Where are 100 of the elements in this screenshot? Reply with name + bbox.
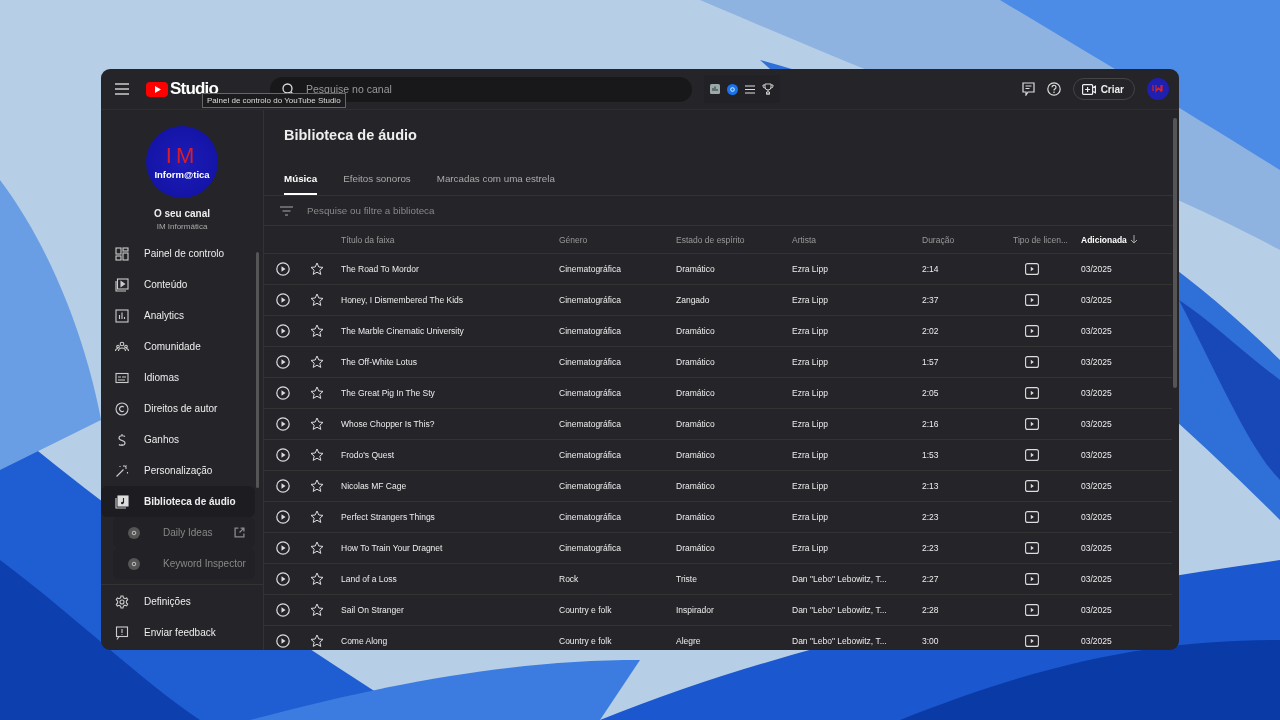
table-cell-text: Dan "Lebo" Lebowitz, T... bbox=[792, 636, 888, 646]
table-cell-text: 03/2025 bbox=[1081, 450, 1113, 460]
list-icon[interactable] bbox=[745, 84, 755, 94]
external-link-icon bbox=[234, 527, 245, 538]
sidebar-item[interactable]: Idiomas bbox=[101, 362, 255, 393]
play-icon[interactable] bbox=[275, 541, 290, 555]
menu-icon[interactable] bbox=[113, 80, 131, 98]
help-icon[interactable] bbox=[1046, 82, 1061, 96]
sidebar-item[interactable]: Direitos de autor bbox=[101, 393, 255, 424]
extension-icon[interactable] bbox=[727, 83, 738, 95]
sidebar-item[interactable]: Enviar feedback bbox=[101, 617, 255, 648]
table-cell-text: Cinematográfica bbox=[559, 450, 622, 460]
channel-title: O seu canal bbox=[153, 208, 211, 219]
play-icon[interactable] bbox=[275, 355, 290, 369]
play-icon[interactable] bbox=[275, 448, 290, 462]
column-header[interactable]: Adicionada bbox=[1081, 234, 1127, 245]
column-header[interactable]: Género bbox=[559, 234, 588, 245]
video-icon bbox=[1025, 387, 1039, 399]
column-header[interactable]: Tipo de licen... bbox=[1013, 234, 1068, 245]
tab[interactable]: Marcadas com uma estrela bbox=[436, 166, 555, 195]
table-cell-text: Ezra Lipp bbox=[792, 481, 829, 491]
star-icon[interactable] bbox=[310, 355, 324, 369]
column-header[interactable]: Título da faixa bbox=[341, 234, 395, 245]
star-icon[interactable] bbox=[310, 510, 324, 524]
tab[interactable]: Música bbox=[284, 166, 318, 195]
play-icon[interactable] bbox=[275, 572, 290, 586]
star-icon[interactable] bbox=[310, 386, 324, 400]
table-cell-text: Perfect Strangers Things bbox=[340, 512, 436, 522]
table-cell-text: Cinematográfica bbox=[559, 357, 622, 367]
star-icon[interactable] bbox=[310, 603, 324, 617]
table-cell-text: The Off-White Lotus bbox=[340, 357, 418, 367]
filter-field[interactable]: Pesquise ou filtre a biblioteca bbox=[305, 204, 609, 217]
play-icon[interactable] bbox=[275, 262, 290, 276]
table-cell-text: How To Train Your Dragnet bbox=[340, 543, 444, 553]
table-cell-text: Cinematográfica bbox=[559, 264, 622, 274]
star-icon[interactable] bbox=[310, 634, 324, 648]
channel-avatar[interactable]: IM Inform@tica bbox=[146, 126, 218, 198]
play-icon[interactable] bbox=[275, 634, 290, 648]
table-cell-text: Rock bbox=[559, 574, 580, 584]
sidebar-item[interactable]: Painel de controlo bbox=[101, 238, 255, 269]
settings-icon bbox=[115, 594, 129, 609]
star-icon[interactable] bbox=[310, 417, 324, 431]
table-cell-text: Cinematográfica bbox=[559, 481, 622, 491]
add-video-icon bbox=[1081, 83, 1096, 95]
star-icon[interactable] bbox=[310, 479, 324, 493]
table-cell-text: Sail On Stranger bbox=[340, 605, 405, 615]
dashboard-icon bbox=[115, 246, 129, 261]
play-icon[interactable] bbox=[275, 603, 290, 617]
play-icon[interactable] bbox=[275, 479, 290, 493]
analytics-icon bbox=[115, 308, 129, 323]
filter-icon[interactable] bbox=[280, 205, 293, 216]
play-icon[interactable] bbox=[275, 510, 290, 524]
sidebar-item[interactable]: Analytics bbox=[101, 300, 255, 331]
scrollbar[interactable] bbox=[1173, 118, 1177, 388]
table-cell-text: Ezra Lipp bbox=[792, 543, 829, 553]
sidebar-item[interactable]: Definições bbox=[101, 586, 255, 617]
star-icon[interactable] bbox=[310, 262, 324, 276]
play-icon[interactable] bbox=[275, 417, 290, 431]
star-icon[interactable] bbox=[310, 448, 324, 462]
column-header[interactable]: Estado de espírito bbox=[676, 234, 745, 245]
audio-icon bbox=[115, 494, 129, 509]
feedback-icon[interactable] bbox=[1021, 82, 1035, 96]
table-cell-text: Ezra Lipp bbox=[792, 326, 829, 336]
tab[interactable]: Efeitos sonoros bbox=[343, 166, 411, 195]
table-cell-text: Ezra Lipp bbox=[792, 295, 829, 305]
table-cell-text: Come Along bbox=[340, 636, 389, 646]
column-header[interactable]: Artista bbox=[792, 234, 817, 245]
video-icon bbox=[1025, 635, 1039, 647]
table-cell-text: The Marble Cinematic University bbox=[340, 326, 465, 336]
sidebar-item[interactable]: Biblioteca de áudio bbox=[101, 486, 255, 517]
play-logo-icon[interactable] bbox=[146, 81, 168, 97]
star-icon[interactable] bbox=[310, 324, 324, 338]
play-icon[interactable] bbox=[275, 386, 290, 400]
table-cell-text: 03/2025 bbox=[1081, 295, 1113, 305]
star-icon[interactable] bbox=[310, 293, 324, 307]
table-cell-text: Honey, I Dismembered The Kids bbox=[340, 295, 465, 305]
create-button[interactable]: Criar bbox=[1072, 78, 1135, 100]
star-icon[interactable] bbox=[310, 572, 324, 586]
copyright-icon bbox=[115, 401, 129, 416]
tooltip: Painel de controlo do YouTube Studio bbox=[202, 93, 346, 108]
trophy-icon[interactable] bbox=[762, 83, 774, 95]
play-icon[interactable] bbox=[275, 293, 290, 307]
sidebar-item[interactable]: Comunidade bbox=[101, 331, 255, 362]
table-cell-text: 2:16 bbox=[922, 419, 940, 429]
sidebar-item[interactable]: Daily Ideas bbox=[113, 517, 255, 548]
play-icon[interactable] bbox=[275, 324, 290, 338]
table-cell-text: The Road To Mordor bbox=[340, 264, 420, 274]
account-avatar[interactable] bbox=[1147, 78, 1169, 100]
table-cell-text: Cinematográfica bbox=[559, 326, 622, 336]
table-cell-text: 03/2025 bbox=[1081, 326, 1113, 336]
scrollbar[interactable] bbox=[256, 252, 259, 488]
table-cell-text: Dramático bbox=[676, 264, 716, 274]
sidebar-item[interactable]: Conteúdo bbox=[101, 269, 255, 300]
sidebar-item[interactable]: Keyword Inspector bbox=[113, 548, 255, 579]
column-header[interactable]: Duração bbox=[922, 234, 955, 245]
sidebar-item[interactable]: Ganhos bbox=[101, 424, 255, 455]
sidebar-item[interactable]: Personalização bbox=[101, 455, 255, 486]
table-cell-text: 03/2025 bbox=[1081, 605, 1113, 615]
star-icon[interactable] bbox=[310, 541, 324, 555]
sort-arrow-icon[interactable] bbox=[1129, 235, 1138, 244]
